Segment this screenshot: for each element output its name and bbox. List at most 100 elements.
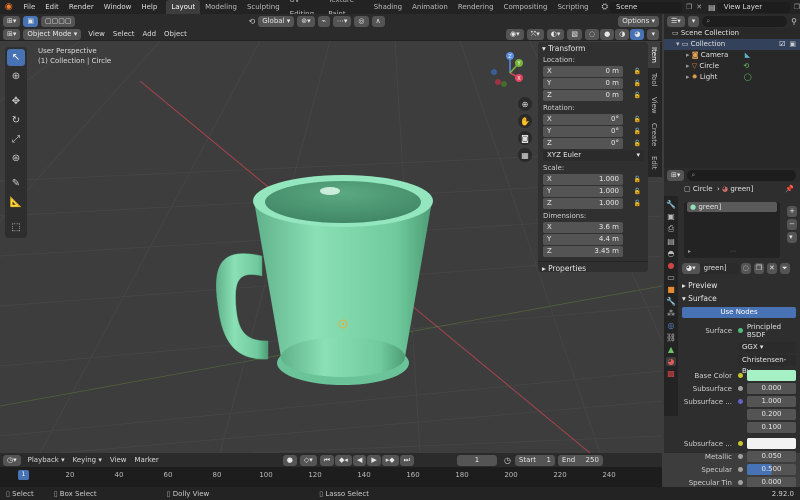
view-layer-browse-icon[interactable]: ❐ <box>794 3 800 11</box>
material-name-field[interactable]: green] <box>700 262 739 274</box>
jump-prev-key-button[interactable]: ◆◂ <box>335 454 352 466</box>
annotate-tool-icon[interactable]: ✎ <box>7 175 25 192</box>
scale-tool-icon[interactable]: ⤢ <box>7 131 25 148</box>
subsurface-color-swatch[interactable] <box>747 438 796 449</box>
outliner-item-circle[interactable]: ▸ ▽ Circle ⟲ <box>664 61 800 72</box>
sidebar-tab-view[interactable]: View <box>648 92 660 119</box>
timeline-editor-type[interactable]: ◷▾ <box>3 454 21 466</box>
current-frame-field[interactable]: 1 <box>456 454 497 466</box>
unlink-material-button[interactable]: ✕ <box>767 262 777 274</box>
lock-icon[interactable]: 🔓 <box>634 126 641 137</box>
tool-properties-icon[interactable]: 🔧 <box>666 200 676 209</box>
snap-target-dropdown[interactable]: ⋯▾ <box>332 15 352 27</box>
output-properties-icon[interactable]: ⎙ <box>668 224 674 234</box>
tab-compositing[interactable]: Compositing <box>499 0 553 14</box>
transform-section-header[interactable]: ▾ Transform <box>538 42 648 55</box>
tab-rendering[interactable]: Rendering <box>453 0 499 14</box>
constraints-properties-icon[interactable]: ⛓ <box>666 333 676 342</box>
scene-icon[interactable]: ⛭ <box>602 2 608 12</box>
object-properties-icon[interactable]: ■ <box>667 285 675 294</box>
data-properties-icon[interactable]: ▲ <box>668 345 674 354</box>
ortho-grid-icon[interactable]: ▦ <box>518 148 532 162</box>
texture-properties-icon[interactable]: ▩ <box>667 369 675 378</box>
timeline-view-menu[interactable]: View <box>106 454 131 467</box>
menu-render[interactable]: Render <box>64 0 99 14</box>
node-tree-button[interactable]: ⏷ <box>779 262 790 274</box>
jump-end-button[interactable]: ⏭ <box>399 454 414 466</box>
tab-scripting[interactable]: Scripting <box>552 0 593 14</box>
start-frame-field[interactable]: Start 1 <box>514 454 555 466</box>
add-menu[interactable]: Add <box>138 28 160 41</box>
rotation-x-field[interactable]: X 0° 🔓 <box>543 114 641 125</box>
select-menu[interactable]: Select <box>109 28 139 41</box>
outliner-item-light[interactable]: ▸ ✹ Light ◯ <box>664 72 800 83</box>
expand-arrow-icon[interactable]: ▸ <box>686 50 690 61</box>
specular-tint-socket-icon[interactable] <box>738 480 743 485</box>
overlays-toggle[interactable]: ◐▾ <box>546 28 565 40</box>
preview-section-header[interactable]: ▸ Preview <box>678 279 800 292</box>
options-dropdown[interactable]: Options ▾ <box>618 15 659 27</box>
view-layer-icon[interactable]: ▤ <box>708 3 716 12</box>
blender-logo-icon[interactable]: ◉ <box>3 1 15 13</box>
select-tool-mode-button[interactable]: ▣ <box>23 15 39 27</box>
world-properties-icon[interactable]: ● <box>668 261 675 270</box>
tab-modeling[interactable]: Modeling <box>200 0 242 14</box>
properties-section-header[interactable]: ▸ Properties <box>538 261 648 274</box>
end-frame-field[interactable]: End 250 <box>557 454 603 466</box>
rotation-y-field[interactable]: Y 0° 🔓 <box>543 126 641 137</box>
preview-range-icon[interactable]: ◷ <box>504 456 511 465</box>
shading-rendered-button[interactable]: ◕ <box>630 28 645 40</box>
close-scene-icon[interactable]: ✕ <box>696 3 702 11</box>
keyframe-type-button[interactable]: ◇▾ <box>299 454 317 466</box>
lock-icon[interactable]: 🔓 <box>634 138 641 149</box>
base-color-swatch[interactable] <box>747 370 796 381</box>
editor-type-button[interactable]: ⊞▾ <box>3 15 21 27</box>
play-reverse-button[interactable]: ◀ <box>352 454 367 466</box>
green-mug-object[interactable] <box>215 175 433 385</box>
slot-expand-icon[interactable]: ▸ <box>688 248 691 255</box>
subsurface-radius-socket-icon[interactable] <box>738 399 743 404</box>
sidebar-tab-edit[interactable]: Edit <box>648 151 660 175</box>
material-properties-icon[interactable]: ◕ <box>665 357 677 366</box>
lock-icon[interactable]: 🔓 <box>634 90 641 101</box>
shading-material-button[interactable]: ◑ <box>615 28 630 40</box>
cursor-tool-icon[interactable]: ⊕ <box>7 68 25 85</box>
surface-shader-field[interactable]: Principled BSDF <box>738 323 800 339</box>
location-y-field[interactable]: Y 0 m 🔓 <box>543 78 641 89</box>
tab-sculpting[interactable]: Sculpting <box>242 0 285 14</box>
orientation-dropdown[interactable]: Global ▾ <box>258 15 295 27</box>
subsurface-radius-x[interactable]: 1.000 <box>747 396 796 407</box>
use-nodes-button[interactable]: Use Nodes <box>682 307 796 318</box>
pivot-dropdown[interactable]: ⊚▾ <box>297 15 315 27</box>
navigation-gizmo[interactable]: Z X Y <box>488 51 532 95</box>
scale-z-field[interactable]: Z 1.000 🔓 <box>543 198 641 209</box>
slot-resize-handle[interactable]: ⋯ <box>730 248 736 255</box>
modifier-properties-icon[interactable]: 🔧 <box>666 297 676 306</box>
sidebar-tab-tool[interactable]: Tool <box>648 68 660 92</box>
base-color-socket-icon[interactable] <box>738 373 743 378</box>
keying-menu[interactable]: Keying ▾ <box>69 454 106 467</box>
move-tool-icon[interactable]: ✥ <box>7 93 25 110</box>
tab-animation[interactable]: Animation <box>407 0 453 14</box>
collection-properties-icon[interactable]: ▭ <box>667 273 675 282</box>
object-mode-dropdown[interactable]: Object Mode ▾ <box>23 28 82 40</box>
camera-view-icon[interactable]: ◙ <box>518 131 532 145</box>
outliner-search-input[interactable]: ⌕ <box>702 15 788 27</box>
expand-arrow-icon[interactable]: ▸ <box>686 61 690 72</box>
object-menu[interactable]: Object <box>160 28 191 41</box>
subsurface-method-dropdown[interactable]: Christensen-Bu... <box>738 355 796 375</box>
tab-layout[interactable]: Layout <box>166 0 201 14</box>
jump-start-button[interactable]: ⏮ <box>319 454 335 466</box>
jump-next-key-button[interactable]: ▸◆ <box>381 454 399 466</box>
properties-search-input[interactable]: ⌕ <box>687 169 796 181</box>
lock-icon[interactable]: 🔓 <box>634 114 641 125</box>
sidebar-tab-item[interactable]: Item <box>648 42 660 68</box>
proportional-falloff-dropdown[interactable]: ∧ <box>371 15 385 27</box>
view-layer-properties-icon[interactable]: ▤ <box>667 237 675 246</box>
menu-window[interactable]: Window <box>99 0 137 14</box>
lock-icon[interactable]: 🔓 <box>634 174 641 185</box>
dimensions-x-field[interactable]: X 3.6 m <box>543 222 623 233</box>
remove-slot-button[interactable]: − <box>787 219 797 230</box>
slot-menu-button[interactable]: ▾ <box>787 232 797 243</box>
scale-x-field[interactable]: X 1.000 🔓 <box>543 174 641 185</box>
